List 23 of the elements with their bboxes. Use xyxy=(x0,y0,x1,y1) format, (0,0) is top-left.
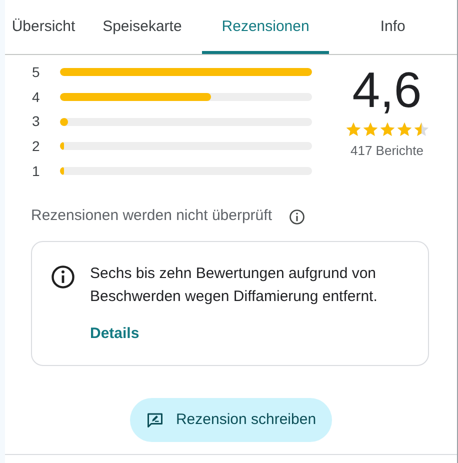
star-level-label: 2 xyxy=(32,136,41,156)
star-level-label: 1 xyxy=(32,162,41,181)
star-level-label: 3 xyxy=(32,112,41,132)
info-text: Sechs bis zehn Bewertungen aufgrund von Beschwerden wegen Diffamierung entfernt. xyxy=(90,264,378,307)
info-icon[interactable] xyxy=(288,208,306,226)
write-review-button[interactable]: Rezension schreiben xyxy=(130,398,332,442)
star-icon xyxy=(344,121,362,138)
rating-value: 4,6 xyxy=(352,62,422,118)
tab[interactable]: Info xyxy=(328,0,458,54)
review-icon xyxy=(146,411,164,430)
star-level-label: 4 xyxy=(32,88,41,107)
review-count: 417 Berichte xyxy=(350,142,424,160)
info-icon xyxy=(50,264,76,290)
notice-text: Rezensionen werden nicht überprüft xyxy=(31,206,272,226)
star-icon xyxy=(378,121,396,138)
tab[interactable]: Rezensionen xyxy=(202,0,329,54)
star-level-label: 5 xyxy=(32,62,41,82)
tab[interactable]: Übersicht xyxy=(5,0,82,54)
details-link[interactable]: Details xyxy=(90,322,418,346)
tab[interactable]: Speisekarte xyxy=(82,0,202,54)
star-icon xyxy=(412,121,430,138)
star-icon xyxy=(396,121,412,138)
star-icon xyxy=(362,121,378,138)
